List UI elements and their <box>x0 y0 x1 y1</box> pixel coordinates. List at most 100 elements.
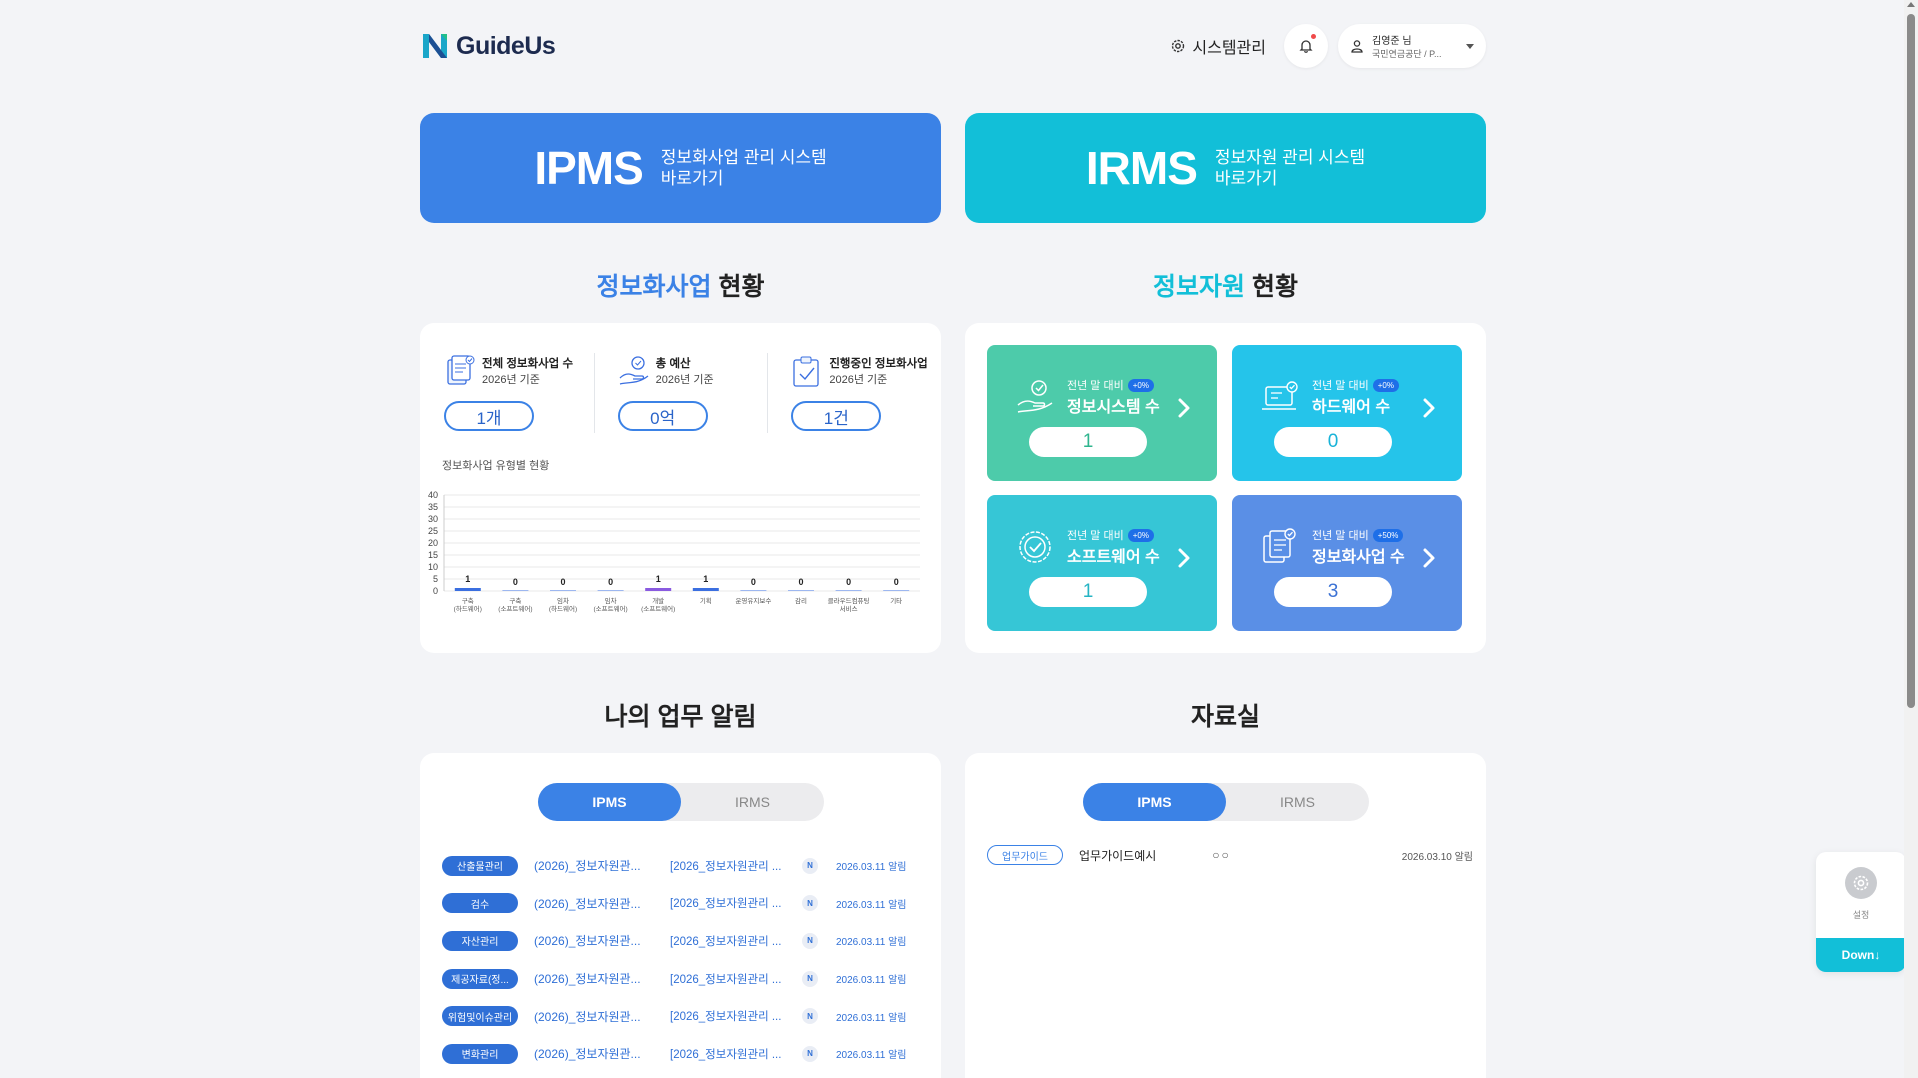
alert-project-link[interactable]: (2026)_정보자원관... <box>534 857 644 874</box>
alert-task-link[interactable]: [2026_정보자원관리 ... <box>670 971 782 987</box>
bar <box>835 590 862 591</box>
document-check-icon <box>1263 528 1296 563</box>
irms-shortcut-card[interactable]: IRMS 정보자원 관리 시스템 바로가기 <box>965 113 1486 223</box>
logo-n-icon <box>423 34 447 58</box>
alert-task-link[interactable]: [2026_정보자원관리 ... <box>670 895 782 911</box>
notification-dot <box>1311 34 1316 39</box>
alert-row[interactable]: 산출물관리 (2026)_정보자원관... [2026_정보자원관리 ... N 202… <box>442 847 928 885</box>
chevron-right-icon <box>1423 548 1435 568</box>
alert-category-tag: 자산관리 <box>442 930 518 951</box>
tile-change-badge: +0% <box>1127 528 1154 542</box>
stat-title: 총 예산 <box>655 358 691 370</box>
ipms-subtitle: 정보화사업 관리 시스템 <box>660 148 827 167</box>
tile-value: 0 <box>1274 427 1392 457</box>
x-tick-label: 감리 <box>795 596 807 605</box>
project-status-panel: 전체 정보화사업 수 2026년 기준 1개 총 예산 2026년 기준 0억 … <box>420 323 941 653</box>
scrollbar[interactable] <box>1904 0 1918 1078</box>
tab-irms[interactable]: IRMS <box>681 783 824 821</box>
stat-sub: 2026년 기준 <box>482 374 540 386</box>
alert-date: 2026.03.11 알림 <box>836 862 907 874</box>
x-tick-label: 구축 <box>462 596 474 605</box>
alert-row[interactable]: 위험및이슈관리 (2026)_정보자원관... [2026_정보자원관리 ... N 2… <box>442 997 928 1035</box>
ipms-shortcut-card[interactable]: IPMS 정보화사업 관리 시스템 바로가기 <box>420 113 941 223</box>
alert-date: 2026.03.11 알림 <box>836 975 907 987</box>
irms-shortcut-label: 바로가기 <box>1214 169 1278 188</box>
stat-title: 전체 정보화사업 수 <box>482 358 574 370</box>
alert-project-link[interactable]: (2026)_정보자원관... <box>534 932 644 949</box>
bar <box>788 590 814 591</box>
settings-button[interactable] <box>1845 867 1877 899</box>
tile-change-badge: +0% <box>1127 378 1154 392</box>
stat-sub: 2026년 기준 <box>829 374 888 386</box>
x-tick-label: (소프트웨어) <box>498 604 532 613</box>
doc-category-tag: 업무가이드 <box>987 845 1063 865</box>
alert-project-link[interactable]: (2026)_정보자원관... <box>534 1008 644 1025</box>
user-name: 김영준 님 <box>1372 36 1412 47</box>
tile-compare-label: 전년 말 대비 <box>1312 530 1369 542</box>
data-label: 0 <box>894 577 899 587</box>
notification-button[interactable] <box>1284 24 1328 68</box>
alert-task-link[interactable]: [2026_정보자원관리 ... <box>670 858 782 874</box>
logo[interactable]: GuideUs <box>420 31 556 61</box>
tile-value: 1 <box>1029 427 1147 457</box>
data-label: 0 <box>798 577 803 587</box>
scroll-up-arrow-icon[interactable] <box>1907 2 1915 7</box>
alert-task-link[interactable]: [2026_정보자원관리 ... <box>670 933 782 949</box>
x-tick-label: 구축 <box>509 596 521 605</box>
clipboard-check-icon <box>793 356 819 387</box>
data-label: 0 <box>560 577 565 587</box>
system-admin-button[interactable]: 시스템관리 <box>1162 34 1274 58</box>
alert-date: 2026.03.11 알림 <box>836 1050 907 1062</box>
x-tick-label: (하드웨어) <box>549 604 577 613</box>
scrollbar-thumb[interactable] <box>1907 14 1915 708</box>
data-label: 0 <box>513 577 518 587</box>
alert-row[interactable]: 자산관리 (2026)_정보자원관... [2026_정보자원관리 ... N 2026… <box>442 922 928 960</box>
alert-row[interactable]: 변화관리 (2026)_정보자원관... [2026_정보자원관리 ... N 2026… <box>442 1035 928 1073</box>
alert-project-link[interactable]: (2026)_정보자원관... <box>534 970 644 987</box>
hand-coin-icon <box>619 356 649 385</box>
resource-status-panel: 전년 말 대비+0% 정보시스템 수 1 전년 말 대비+0% 하드웨어 수 <box>965 323 1486 653</box>
user-menu[interactable]: 김영준 님 국민연금공단 / P... <box>1338 24 1486 68</box>
scroll-down-button[interactable]: Down↓ <box>1816 938 1906 972</box>
gear-icon <box>1172 39 1185 53</box>
bar <box>692 588 719 591</box>
tile-name: 정보시스템 수 <box>1067 399 1160 416</box>
tile-compare-label: 전년 말 대비 <box>1312 380 1369 392</box>
doc-date: 2026.03.10 알림 <box>1401 851 1473 863</box>
alert-task-link[interactable]: [2026_정보자원관리 ... <box>670 1008 782 1024</box>
doc-title[interactable]: 업무가이드예시 <box>1079 847 1156 864</box>
tab-ipms[interactable]: IPMS <box>1083 783 1226 821</box>
floating-settings-widget: 설정 Down↓ <box>1816 852 1906 972</box>
alert-date: 2026.03.11 알림 <box>836 937 907 949</box>
irms-title: IRMS <box>1085 142 1198 194</box>
bar <box>502 590 529 591</box>
alert-row[interactable]: 검수 (2026)_정보자원관... [2026_정보자원관리 ... N 2026.0… <box>442 885 928 923</box>
tab-ipms[interactable]: IPMS <box>538 783 681 821</box>
tab-irms[interactable]: IRMS <box>1226 783 1369 821</box>
alert-category-tag: 검수 <box>442 893 518 914</box>
alert-row[interactable]: 제공자료(정... (2026)_정보자원관... [2026_정보자원관리 ...… <box>442 960 928 998</box>
data-label: 0 <box>751 577 756 587</box>
document-check-icon <box>447 355 475 385</box>
tile-software[interactable]: 전년 말 대비 +0% 소프트웨어 수 1 <box>987 495 1217 631</box>
alert-date: 2026.03.11 알림 <box>836 899 907 911</box>
hand-check-icon <box>1017 380 1053 413</box>
tile-info-systems[interactable]: 전년 말 대비 +0% 정보시스템 수 1 <box>987 345 1217 481</box>
alert-category-tag: 제공자료(정... <box>442 968 518 989</box>
tile-change-badge: +0% <box>1372 378 1399 392</box>
alert-task-link[interactable]: [2026_정보자원관리 ... <box>670 1046 782 1062</box>
new-badge: N <box>802 1008 818 1025</box>
stat-ongoing-projects: 진행중인 정보화사업 2026년 기준 1건 <box>767 351 941 435</box>
caret-down-icon <box>1466 44 1474 49</box>
alert-project-link[interactable]: (2026)_정보자원관... <box>534 895 644 912</box>
tile-projects[interactable]: 전년 말 대비 +50% 정보화사업 수 3 <box>1232 495 1462 631</box>
data-label: 1 <box>703 574 708 584</box>
project-type-bar-chart: 05101520253035401구축(하드웨어)0구축(소프트웨어)0임차(하… <box>428 490 920 613</box>
project-status-title: 정보화사업 현황 <box>420 267 941 303</box>
tile-hardware[interactable]: 전년 말 대비 +0% 하드웨어 수 0 <box>1232 345 1462 481</box>
alert-project-link[interactable]: (2026)_정보자원관... <box>534 1045 644 1062</box>
ipms-shortcut-label: 바로가기 <box>660 169 724 188</box>
y-tick-label: 5 <box>433 574 438 584</box>
library-row[interactable]: 업무가이드 업무가이드예시 ○○ 2026.03.10 알림 <box>987 845 1473 865</box>
bar <box>454 588 481 591</box>
